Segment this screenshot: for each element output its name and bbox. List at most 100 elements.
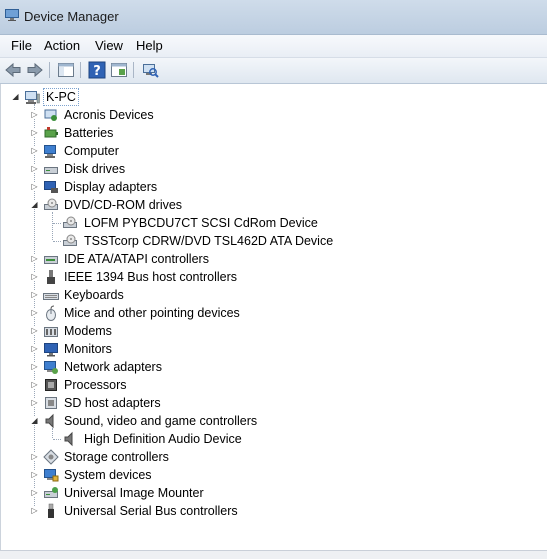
title-bar[interactable]: Device Manager bbox=[0, 0, 547, 35]
tree-category-row[interactable]: ▷ Monitors bbox=[1, 340, 541, 358]
tree-category-row[interactable]: ▷ Mice and other pointing devices bbox=[1, 304, 541, 322]
tree-root[interactable]: ◢ K-PC bbox=[1, 88, 541, 106]
ieee1394-icon bbox=[47, 270, 55, 284]
mouse-icon bbox=[46, 305, 56, 321]
tree-category-label: SD host adapters bbox=[64, 396, 161, 410]
collapse-arrow-icon[interactable]: ◢ bbox=[30, 416, 39, 425]
menu-file[interactable]: File bbox=[8, 38, 35, 53]
tree-category-row[interactable]: ▷ SD host adapters bbox=[1, 394, 541, 412]
tree-category-row[interactable]: ▷ Universal Image Mounter bbox=[1, 484, 541, 502]
expand-arrow-icon[interactable]: ▷ bbox=[30, 272, 39, 281]
network-adapter-icon bbox=[44, 361, 58, 374]
disk-drive-icon bbox=[44, 167, 58, 174]
collapse-arrow-icon[interactable]: ◢ bbox=[30, 200, 39, 209]
tree-category-label: Computer bbox=[64, 144, 119, 158]
expand-arrow-icon[interactable]: ▷ bbox=[30, 362, 39, 371]
tree-category-row[interactable]: ▷ System devices bbox=[1, 466, 541, 484]
tree-category-row[interactable]: ▷ Acronis Devices bbox=[1, 106, 541, 124]
toolbar-separator bbox=[80, 62, 81, 78]
device-manager-icon bbox=[5, 9, 19, 21]
device-icon bbox=[44, 109, 57, 121]
system-devices-icon bbox=[44, 469, 59, 482]
expand-arrow-icon[interactable]: ▷ bbox=[30, 452, 39, 461]
tree-category-row[interactable]: ▷ Universal Serial Bus controllers bbox=[1, 502, 541, 520]
tree-category-row[interactable]: ▷ Network adapters bbox=[1, 358, 541, 376]
tree-category-row[interactable]: ▷ Modems bbox=[1, 322, 541, 340]
tree-category-label: Disk drives bbox=[64, 162, 126, 176]
expand-arrow-icon[interactable]: ▷ bbox=[30, 110, 39, 119]
toolbar-separator bbox=[49, 62, 50, 78]
tree-category-label: DVD/CD-ROM drives bbox=[64, 198, 183, 212]
menu-help[interactable]: Help bbox=[133, 38, 166, 53]
tree-category-label: Universal Image Mounter bbox=[64, 486, 204, 500]
tree-category-label: Keyboards bbox=[64, 288, 124, 302]
expand-arrow-icon[interactable]: ▷ bbox=[30, 380, 39, 389]
tree-category-row[interactable]: ▷ Batteries bbox=[1, 124, 541, 142]
keyboard-icon bbox=[43, 293, 59, 300]
device-tree[interactable]: ◢ K-PC ▷ Acronis Devices ▷ Batteries ▷ Comput… bbox=[0, 84, 547, 550]
sd-host-icon bbox=[45, 397, 57, 409]
show-hide-console-tree-icon[interactable] bbox=[57, 61, 75, 79]
monitor-icon bbox=[44, 343, 58, 357]
menu-view[interactable]: View bbox=[92, 38, 126, 53]
audio-device-icon bbox=[64, 431, 73, 447]
tree-category-row[interactable]: ▷ Storage controllers bbox=[1, 448, 541, 466]
battery-icon bbox=[44, 127, 58, 138]
tree-device-label: High Definition Audio Device bbox=[84, 432, 242, 446]
scan-hardware-icon[interactable] bbox=[141, 61, 159, 79]
expand-arrow-icon[interactable]: ▷ bbox=[30, 128, 39, 137]
computer-root-icon bbox=[25, 91, 40, 104]
dvd-drive-icon bbox=[44, 198, 58, 210]
tree-category-row[interactable]: ▷ Keyboards bbox=[1, 286, 541, 304]
tree-category-row[interactable]: ▷ Processors bbox=[1, 376, 541, 394]
menu-bar: File Action View Help bbox=[0, 35, 547, 58]
tree-category-label: Sound, video and game controllers bbox=[64, 414, 258, 428]
properties-icon[interactable] bbox=[110, 61, 128, 79]
expand-arrow-icon[interactable]: ▷ bbox=[30, 164, 39, 173]
tree-category-label: IDE ATA/ATAPI controllers bbox=[64, 252, 209, 266]
tree-category-row[interactable]: ▷ IDE ATA/ATAPI controllers bbox=[1, 250, 541, 268]
tree-category-row[interactable]: ▷ Disk drives bbox=[1, 160, 541, 178]
expand-arrow-icon[interactable]: ▷ bbox=[30, 290, 39, 299]
expand-arrow-icon[interactable]: ▷ bbox=[30, 308, 39, 317]
modem-icon bbox=[44, 327, 58, 337]
back-icon[interactable] bbox=[4, 61, 22, 79]
tree-category-label: Network adapters bbox=[64, 360, 162, 374]
tree-category-label: Mice and other pointing devices bbox=[64, 306, 240, 320]
expand-arrow-icon[interactable]: ▷ bbox=[30, 326, 39, 335]
tree-root-label: K-PC bbox=[43, 88, 79, 106]
expand-arrow-icon[interactable]: ▷ bbox=[30, 182, 39, 191]
speaker-icon bbox=[45, 413, 54, 429]
tree-category-row[interactable]: ▷ Computer bbox=[1, 142, 541, 160]
processor-icon bbox=[45, 379, 57, 391]
menu-action[interactable]: Action bbox=[41, 38, 83, 53]
tree-category-row[interactable]: ◢ DVD/CD-ROM drives bbox=[1, 196, 541, 214]
tree-category-label: Batteries bbox=[64, 126, 114, 140]
tree-device-row[interactable]: High Definition Audio Device bbox=[1, 430, 541, 448]
collapse-arrow-icon[interactable]: ◢ bbox=[11, 92, 20, 101]
tree-category-label: IEEE 1394 Bus host controllers bbox=[64, 270, 238, 284]
tree-category-label: Storage controllers bbox=[64, 450, 169, 464]
toolbar: ? bbox=[0, 58, 547, 84]
toolbar-separator bbox=[133, 62, 134, 78]
tree-category-row[interactable]: ◢ Sound, video and game controllers bbox=[1, 412, 541, 430]
tree-category-label: Processors bbox=[64, 378, 127, 392]
expand-arrow-icon[interactable]: ▷ bbox=[30, 488, 39, 497]
tree-category-row[interactable]: ▷ IEEE 1394 Bus host controllers bbox=[1, 268, 541, 286]
computer-icon bbox=[44, 145, 56, 158]
expand-arrow-icon[interactable]: ▷ bbox=[30, 146, 39, 155]
tree-device-row[interactable]: TSSTcorp CDRW/DVD TSL462D ATA Device bbox=[1, 232, 541, 250]
expand-arrow-icon[interactable]: ▷ bbox=[30, 398, 39, 407]
expand-arrow-icon[interactable]: ▷ bbox=[30, 470, 39, 479]
tree-device-row[interactable]: LOFM PYBCDU7CT SCSI CdRom Device bbox=[1, 214, 541, 232]
expand-arrow-icon[interactable]: ▷ bbox=[30, 254, 39, 263]
help-icon[interactable]: ? bbox=[88, 61, 106, 79]
svg-text:?: ? bbox=[93, 64, 101, 79]
expand-arrow-icon[interactable]: ▷ bbox=[30, 344, 39, 353]
storage-controller-icon bbox=[43, 449, 59, 465]
forward-icon[interactable] bbox=[26, 61, 44, 79]
tree-category-row[interactable]: ▷ Display adapters bbox=[1, 178, 541, 196]
dvd-device-icon bbox=[63, 216, 77, 228]
dvd-device-icon bbox=[63, 234, 77, 246]
expand-arrow-icon[interactable]: ▷ bbox=[30, 506, 39, 515]
